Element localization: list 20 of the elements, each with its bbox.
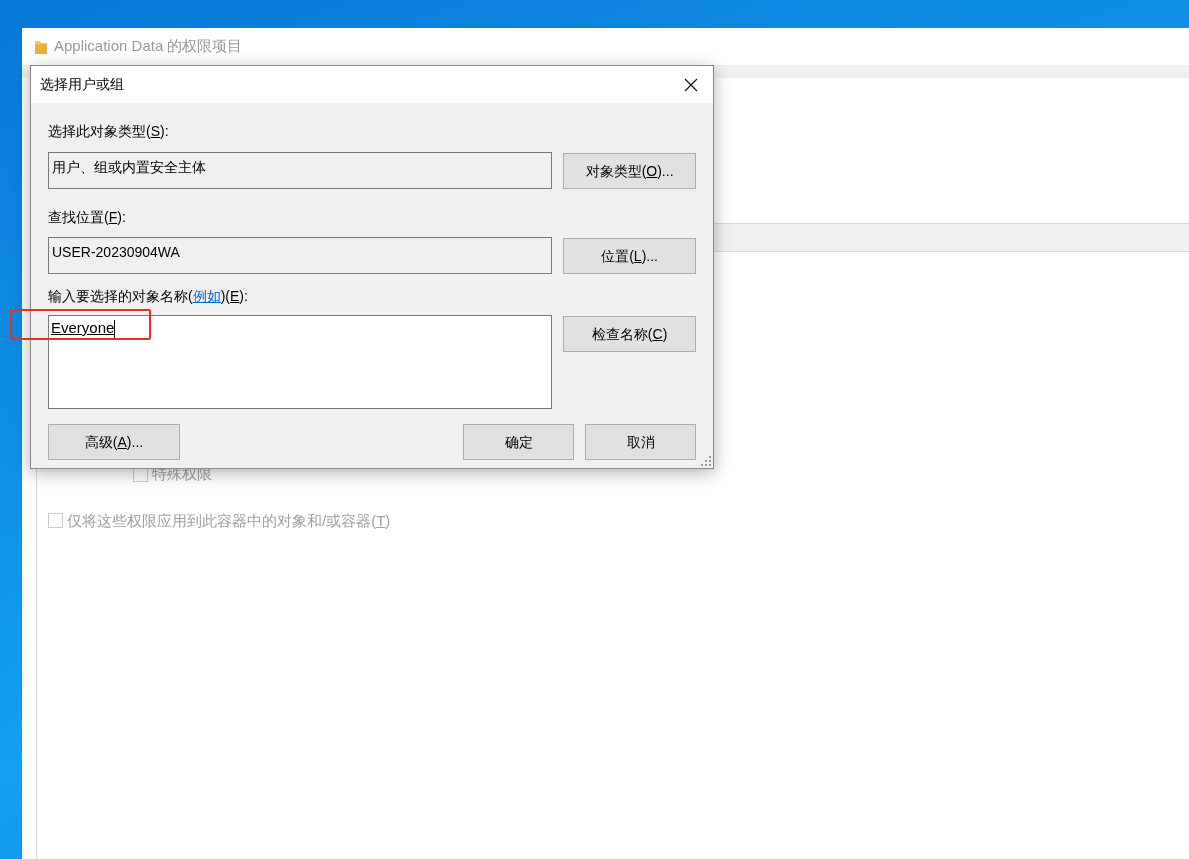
names-input-field[interactable]: Everyone bbox=[48, 315, 553, 409]
field-label: 选择此对象类型(S): bbox=[48, 122, 170, 141]
dialog-button[interactable]: 确定 bbox=[463, 424, 574, 460]
entered-name: Everyone bbox=[51, 319, 115, 336]
dialog-button[interactable]: 位置(L)... bbox=[563, 238, 696, 274]
readonly-field: 用户、组或内置安全主体 bbox=[48, 152, 553, 189]
close-icon bbox=[684, 77, 698, 92]
dialog-button[interactable]: 对象类型(O)... bbox=[563, 153, 696, 189]
resize-grip-icon bbox=[701, 456, 711, 466]
folder-icon bbox=[34, 38, 48, 55]
example-link[interactable]: 例如 bbox=[192, 288, 221, 304]
field-label: 输入要选择的对象名称(例如)(E): bbox=[48, 287, 249, 306]
dialog-button[interactable]: 取消 bbox=[585, 424, 696, 460]
field-label: 查找位置(F): bbox=[48, 209, 126, 225]
dialog-button[interactable]: 检查名称(C) bbox=[563, 316, 696, 352]
checkbox-label: 仅将这些权限应用到此容器中的对象和/或容器(T) bbox=[67, 510, 391, 531]
dialog-title: 选择用户或组 bbox=[40, 75, 124, 94]
readonly-field: USER-20230904WA bbox=[48, 237, 553, 274]
dialog-button[interactable]: 高级(A)... bbox=[48, 424, 180, 460]
window-title: Application Data 的权限项目 bbox=[54, 36, 243, 57]
